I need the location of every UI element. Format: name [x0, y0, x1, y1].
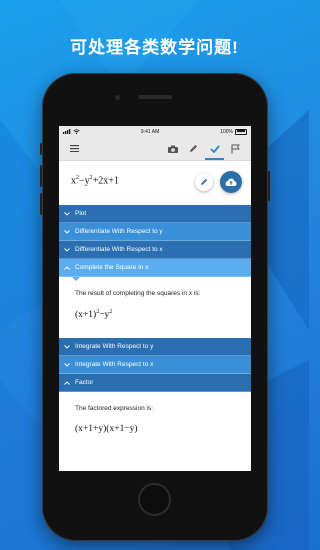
app-screen: 9:41 AM 100% x2−y2+2x+1 Plot Differentia… — [59, 126, 251, 471]
section-label: Plot — [75, 210, 87, 217]
battery-percent: 100% — [220, 128, 233, 135]
chevron-up-icon — [64, 265, 70, 270]
pencil-icon — [190, 145, 197, 152]
cloud-upload-icon — [225, 178, 237, 186]
home-button[interactable] — [138, 483, 171, 516]
expression-display[interactable]: x2−y2+2x+1 — [59, 161, 251, 205]
battery-icon — [235, 128, 247, 135]
chevron-up-icon — [64, 380, 70, 385]
result-expression: (x+1+y)(x+1−y) — [75, 424, 138, 434]
section-label: Differentiate With Respect to y — [75, 228, 163, 235]
handwrite-button[interactable] — [183, 137, 204, 160]
chevron-down-icon — [64, 344, 70, 349]
menu-button[interactable] — [64, 137, 85, 160]
status-bar: 9:41 AM 100% — [59, 126, 251, 137]
solve-tab-button[interactable] — [204, 137, 225, 160]
volume-button — [40, 193, 42, 215]
wifi-icon — [73, 129, 80, 134]
pencil-icon — [201, 178, 208, 185]
section-complete-square[interactable]: Complete the Square in x — [59, 259, 251, 277]
menu-icon — [70, 145, 79, 152]
chevron-down-icon — [64, 211, 70, 216]
section-integrate-x[interactable]: Integrate With Respect to x — [59, 356, 251, 374]
result-description: The factored expression is: — [75, 405, 154, 412]
section-differentiate-y[interactable]: Differentiate With Respect to y — [59, 223, 251, 241]
section-factor[interactable]: Factor — [59, 374, 251, 392]
section-label: Complete the Square in x — [75, 264, 149, 271]
volume-button — [40, 165, 42, 187]
volume-button — [40, 143, 42, 155]
front-camera — [115, 95, 120, 100]
result-description: The result of completing the squares in … — [75, 290, 201, 297]
promo-headline: 可处理各类数学问题! — [70, 38, 239, 57]
camera-icon — [167, 145, 178, 153]
section-label: Factor — [75, 379, 94, 386]
section-label: Integrate With Respect to y — [75, 343, 154, 350]
section-body-complete-square: The result of completing the squares in … — [59, 277, 251, 338]
section-label: Integrate With Respect to x — [75, 361, 154, 368]
input-expression: x2−y2+2x+1 — [71, 175, 119, 187]
earpiece-speaker — [138, 95, 172, 99]
chevron-down-icon — [64, 229, 70, 234]
result-expression: (x+1)2−y2 — [75, 309, 113, 321]
results-list: Plot Differentiate With Respect to y Dif… — [59, 205, 251, 462]
cloud-save-button[interactable] — [220, 171, 242, 193]
section-integrate-y[interactable]: Integrate With Respect to y — [59, 338, 251, 356]
section-label: Differentiate With Respect to x — [75, 246, 163, 253]
section-caret — [72, 277, 80, 281]
flag-icon — [231, 144, 240, 153]
camera-button[interactable] — [162, 137, 183, 160]
section-differentiate-x[interactable]: Differentiate With Respect to x — [59, 241, 251, 259]
section-plot[interactable]: Plot — [59, 205, 251, 223]
checkmark-icon — [209, 144, 220, 153]
section-body-factor: The factored expression is: (x+1+y)(x+1−… — [59, 392, 251, 462]
chevron-down-icon — [64, 247, 70, 252]
phone-frame: 9:41 AM 100% x2−y2+2x+1 Plot Differentia… — [40, 73, 270, 541]
app-toolbar — [59, 137, 251, 161]
chevron-down-icon — [64, 362, 70, 367]
status-time: 9:41 AM — [140, 128, 160, 135]
edit-expression-button[interactable] — [195, 173, 213, 191]
power-button — [268, 171, 270, 201]
signal-icon — [63, 129, 71, 134]
flag-button[interactable] — [225, 137, 246, 160]
